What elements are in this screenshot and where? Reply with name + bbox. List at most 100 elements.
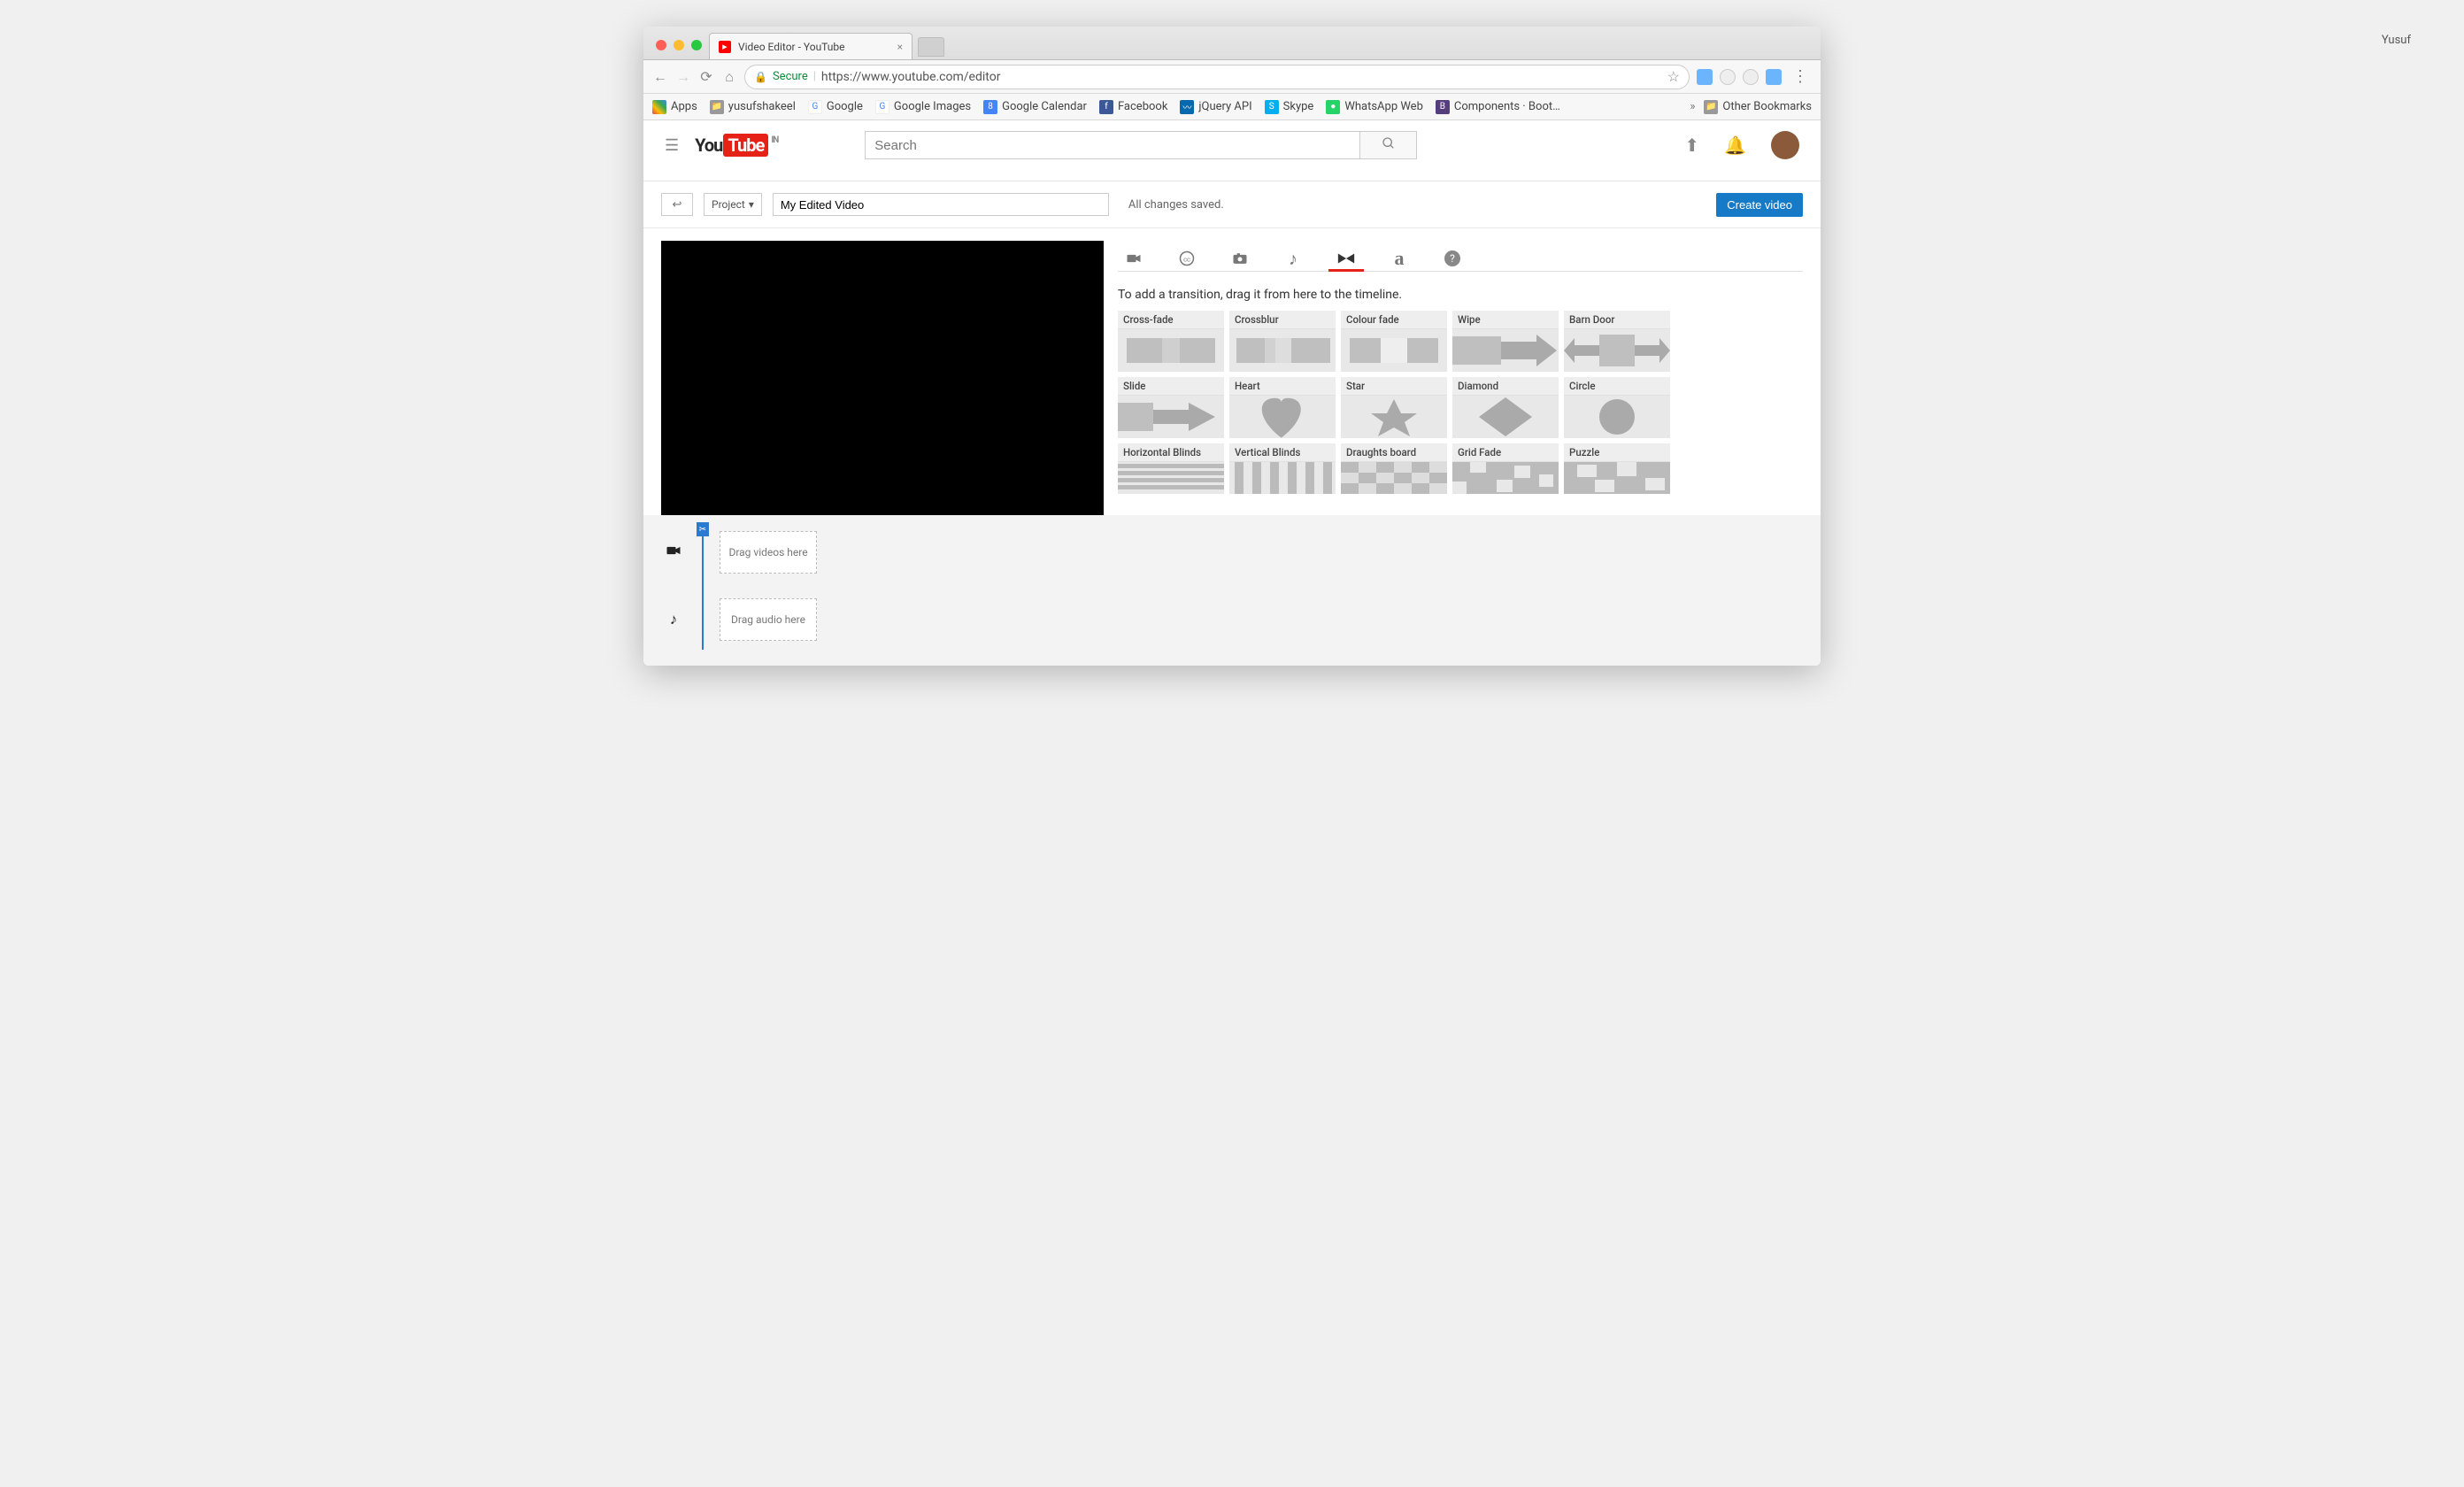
tab-photos-icon[interactable] xyxy=(1228,246,1252,271)
transitions-grid: Cross-fade Crossblur Colour fade Wipe Ba… xyxy=(1118,311,1803,494)
tab-help-icon[interactable]: ? xyxy=(1440,246,1465,271)
transition-label: Vertical Blinds xyxy=(1229,443,1336,462)
bookmark-item[interactable]: 📁yusufshakeel xyxy=(710,100,796,114)
svg-text:cc: cc xyxy=(1183,255,1190,263)
video-track[interactable]: ✂ Drag videos here xyxy=(661,528,1803,577)
chrome-profile-name[interactable]: Yusuf xyxy=(2382,34,2411,47)
transition-heart[interactable]: Heart xyxy=(1229,377,1336,438)
transition-slide[interactable]: Slide xyxy=(1118,377,1224,438)
upload-icon[interactable]: ⬆ xyxy=(1684,135,1699,156)
transition-barndoor[interactable]: Barn Door xyxy=(1564,311,1670,372)
reload-icon[interactable]: ⟳ xyxy=(698,68,714,85)
transition-draughts[interactable]: Draughts board xyxy=(1341,443,1447,494)
transition-label: Grid Fade xyxy=(1452,443,1559,462)
guide-menu-icon[interactable]: ☰ xyxy=(665,136,679,155)
tab-transitions-icon[interactable] xyxy=(1334,246,1359,271)
extension-icon[interactable] xyxy=(1697,69,1713,85)
bookmark-label: Facebook xyxy=(1118,100,1167,113)
forward-icon: → xyxy=(675,68,691,86)
extension-icon[interactable] xyxy=(1720,69,1736,85)
region-code: IN xyxy=(771,135,778,145)
extension-icon[interactable] xyxy=(1766,69,1782,85)
secure-label: Secure xyxy=(773,70,808,83)
youtube-logo[interactable]: YouTubeIN xyxy=(695,134,778,157)
transition-label: Heart xyxy=(1229,377,1336,396)
transition-circle[interactable]: Circle xyxy=(1564,377,1670,438)
transition-hblinds[interactable]: Horizontal Blinds xyxy=(1118,443,1224,494)
bookmark-item[interactable]: SSkype xyxy=(1265,100,1314,114)
omnibox[interactable]: 🔒 Secure | https://www.youtube.com/edito… xyxy=(744,65,1690,89)
tab-title: Video Editor - YouTube xyxy=(738,41,845,53)
maximize-window-button[interactable] xyxy=(691,40,702,50)
transition-label: Star xyxy=(1341,377,1447,396)
search-button[interactable] xyxy=(1360,131,1417,159)
back-icon[interactable]: ← xyxy=(652,68,668,86)
close-window-button[interactable] xyxy=(656,40,666,50)
bookmark-item[interactable]: fFacebook xyxy=(1099,100,1167,114)
media-tabs: cc ♪ a ? xyxy=(1118,241,1803,272)
transition-colourfade[interactable]: Colour fade xyxy=(1341,311,1447,372)
transition-label: Cross-fade xyxy=(1118,311,1224,329)
youtube-header: ☰ YouTubeIN ⬆ 🔔 xyxy=(643,120,1821,170)
extension-icon[interactable] xyxy=(1743,69,1759,85)
lock-icon: 🔒 xyxy=(754,71,767,83)
transition-diamond[interactable]: Diamond xyxy=(1452,377,1559,438)
minimize-window-button[interactable] xyxy=(674,40,684,50)
home-icon[interactable]: ⌂ xyxy=(721,68,737,86)
audio-track-icon: ♪ xyxy=(661,611,686,628)
editor-back-button[interactable]: ↩ xyxy=(661,193,693,216)
browser-tab[interactable]: Video Editor - YouTube × xyxy=(709,33,912,59)
bookmark-label: Components · Boot… xyxy=(1454,100,1560,113)
project-dropdown[interactable]: Project ▾ xyxy=(704,193,762,216)
search-icon xyxy=(1382,136,1396,150)
editor-toolbar: ↩ Project ▾ All changes saved. Create vi… xyxy=(643,181,1821,228)
apps-shortcut[interactable]: Apps xyxy=(652,100,697,114)
tab-video-icon[interactable] xyxy=(1121,246,1146,271)
window-controls xyxy=(652,40,709,59)
close-tab-icon[interactable]: × xyxy=(897,41,903,53)
bookmark-item[interactable]: ●WhatsApp Web xyxy=(1326,100,1423,114)
audio-dropzone[interactable]: Drag audio here xyxy=(720,598,817,641)
playhead-handle-icon[interactable]: ✂ xyxy=(697,522,709,536)
transition-star[interactable]: Star xyxy=(1341,377,1447,438)
project-title-input[interactable] xyxy=(773,193,1109,216)
tab-audio-icon[interactable]: ♪ xyxy=(1281,246,1305,271)
account-avatar[interactable] xyxy=(1771,131,1799,159)
browser-tab-strip: Video Editor - YouTube × xyxy=(643,27,1821,60)
transitions-instructions: To add a transition, drag it from here t… xyxy=(1118,288,1803,302)
bookmark-star-icon[interactable]: ☆ xyxy=(1667,68,1680,85)
bookmarks-overflow-icon[interactable]: » xyxy=(1690,100,1695,113)
bookmark-item[interactable]: BComponents · Boot… xyxy=(1436,100,1560,114)
bookmark-item[interactable]: GGoogle xyxy=(808,100,863,114)
bookmark-label: yusufshakeel xyxy=(728,100,796,113)
tab-titles-icon[interactable]: a xyxy=(1387,246,1412,271)
audio-track[interactable]: ♪ Drag audio here xyxy=(661,595,1803,644)
transition-vblinds[interactable]: Vertical Blinds xyxy=(1229,443,1336,494)
create-video-button[interactable]: Create video xyxy=(1716,193,1803,217)
transition-label: Crossblur xyxy=(1229,311,1336,329)
search-input[interactable] xyxy=(865,131,1360,159)
apps-label: Apps xyxy=(671,100,697,113)
browser-window: Video Editor - YouTube × ← → ⟳ ⌂ 🔒 Secur… xyxy=(643,27,1821,666)
other-bookmarks[interactable]: 📁Other Bookmarks xyxy=(1704,100,1812,114)
bookmark-label: Google Images xyxy=(894,100,971,113)
video-dropzone[interactable]: Drag videos here xyxy=(720,531,817,574)
tab-cc-icon[interactable]: cc xyxy=(1174,246,1199,271)
transition-label: Draughts board xyxy=(1341,443,1447,462)
bookmark-item[interactable]: GGoogle Images xyxy=(875,100,971,114)
new-tab-button[interactable] xyxy=(918,37,944,57)
notifications-icon[interactable]: 🔔 xyxy=(1724,135,1746,156)
video-preview[interactable] xyxy=(661,241,1104,515)
playhead[interactable]: ✂ xyxy=(702,536,704,650)
transition-label: Diamond xyxy=(1452,377,1559,396)
bookmark-label: Google Calendar xyxy=(1002,100,1087,113)
bookmark-item[interactable]: 〰jQuery API xyxy=(1180,100,1251,114)
transition-wipe[interactable]: Wipe xyxy=(1452,311,1559,372)
bookmark-item[interactable]: 8Google Calendar xyxy=(983,100,1087,114)
chevron-down-icon: ▾ xyxy=(749,198,754,211)
transition-puzzle[interactable]: Puzzle xyxy=(1564,443,1670,494)
transition-gridfade[interactable]: Grid Fade xyxy=(1452,443,1559,494)
chrome-menu-icon[interactable]: ⋮ xyxy=(1789,67,1812,86)
transition-crossblur[interactable]: Crossblur xyxy=(1229,311,1336,372)
transition-crossfade[interactable]: Cross-fade xyxy=(1118,311,1224,372)
